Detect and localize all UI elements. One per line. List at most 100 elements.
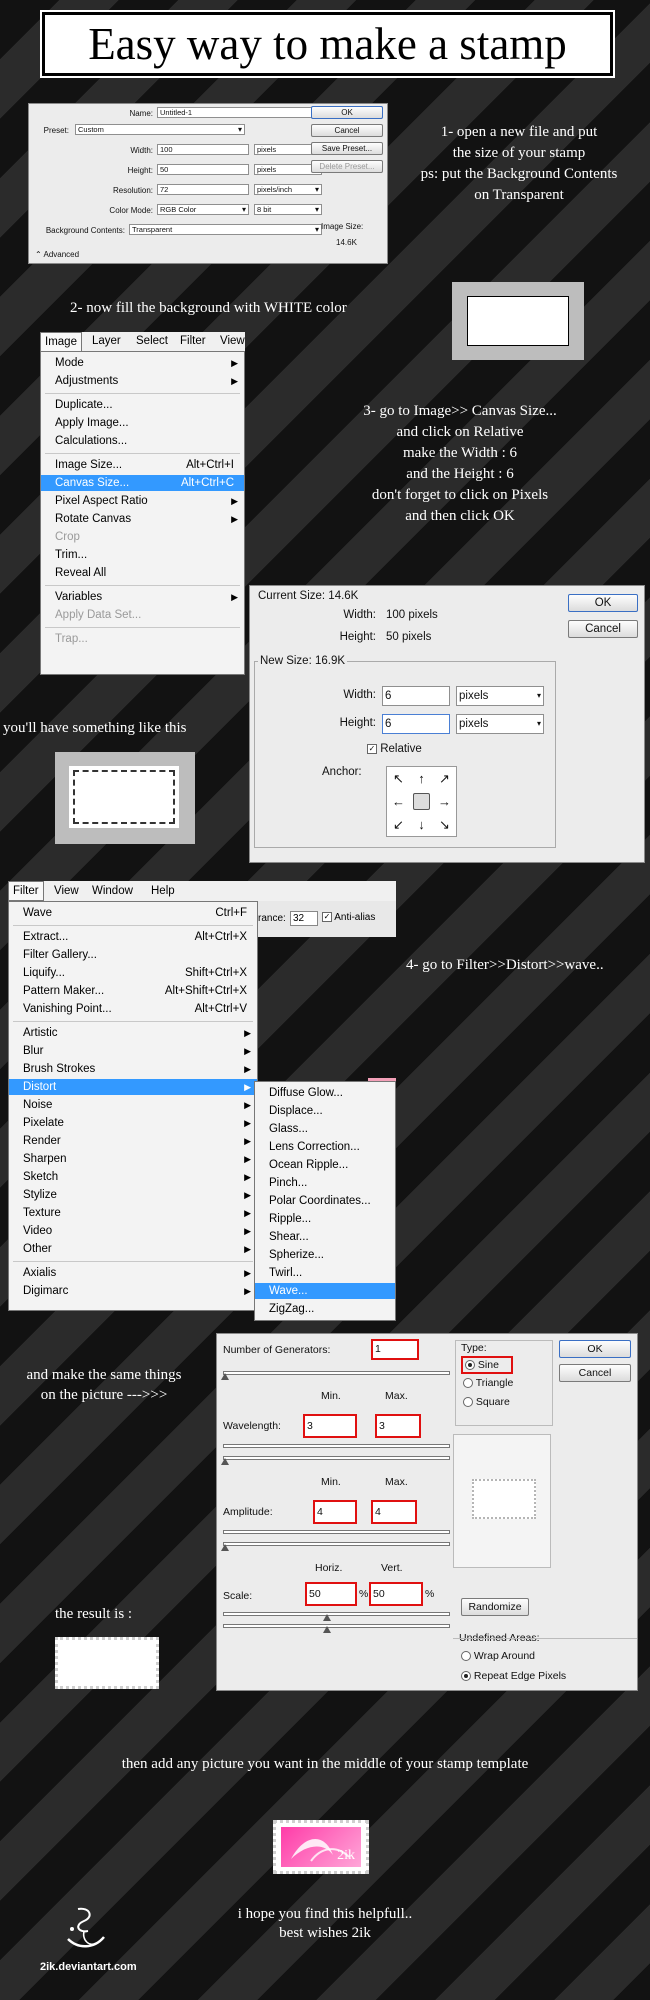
menu-item[interactable]: Noise ▶ [9, 1097, 257, 1113]
bit-depth-select[interactable]: 8 bit [254, 204, 322, 215]
scale-vert-slider[interactable] [223, 1624, 450, 1628]
menubar-filter[interactable]: Filter [8, 881, 44, 901]
width-unit-select[interactable]: pixels [456, 686, 544, 706]
wavelength-slider-thumb[interactable] [221, 1458, 229, 1465]
background-contents-select[interactable]: Transparent [129, 224, 322, 235]
wavelength-max-slider[interactable] [223, 1456, 450, 1460]
menu-item[interactable]: Axialis ▶ [9, 1265, 257, 1281]
anchor-arrow-icon[interactable]: ↙ [387, 813, 410, 836]
menubar-filter[interactable]: Filter [180, 332, 206, 351]
relative-checkbox[interactable]: ✓ Relative [367, 743, 422, 755]
anchor-arrow-icon[interactable]: ↖ [387, 767, 410, 790]
ok-button[interactable]: OK [559, 1340, 631, 1358]
menu-item[interactable]: Spherize... [255, 1247, 395, 1263]
scale-horiz-thumb[interactable] [323, 1614, 331, 1621]
menu-item[interactable]: Distort ▶ [9, 1079, 257, 1095]
randomize-button[interactable]: Randomize [461, 1598, 529, 1616]
menu-item[interactable]: Glass... [255, 1121, 395, 1137]
ok-button[interactable]: OK [568, 594, 638, 612]
save-preset-button[interactable]: Save Preset... [311, 142, 383, 155]
menu-item[interactable]: Ripple... [255, 1211, 395, 1227]
menubar-view[interactable]: View [54, 881, 79, 901]
menu-item[interactable]: Texture ▶ [9, 1205, 257, 1221]
menu-item[interactable]: Mode ▶ [41, 355, 244, 371]
cancel-button[interactable]: Cancel [311, 124, 383, 137]
height-unit-select[interactable]: pixels [456, 714, 544, 734]
ok-button[interactable]: OK [311, 106, 383, 119]
delete-preset-button[interactable]: Delete Preset... [311, 160, 383, 173]
menu-item[interactable]: Filter Gallery... [9, 947, 257, 963]
height-field[interactable]: 6 [382, 714, 450, 734]
amplitude-min-field[interactable]: 4 [313, 1500, 357, 1524]
generators-field[interactable]: 1 [371, 1339, 419, 1360]
anchor-arrow-icon[interactable]: ↑ [410, 767, 433, 790]
menu-item[interactable]: Render ▶ [9, 1133, 257, 1149]
scale-horiz-slider[interactable] [223, 1612, 450, 1616]
cancel-button[interactable]: Cancel [559, 1364, 631, 1382]
anchor-arrow-icon[interactable]: ↗ [433, 767, 456, 790]
resolution-field[interactable]: 72 [157, 184, 249, 195]
menu-item[interactable]: Adjustments ▶ [41, 373, 244, 389]
generators-slider[interactable] [223, 1371, 450, 1375]
width-field[interactable]: 6 [382, 686, 450, 706]
amplitude-max-field[interactable]: 4 [371, 1500, 417, 1524]
advanced-toggle[interactable]: ⌃ Advanced [35, 250, 79, 259]
menu-item[interactable]: ZigZag... [255, 1301, 395, 1317]
menu-item[interactable]: Video ▶ [9, 1223, 257, 1239]
amplitude-min-slider[interactable] [223, 1530, 450, 1534]
menu-item[interactable]: Lens Correction... [255, 1139, 395, 1155]
menu-item[interactable]: Ocean Ripple... [255, 1157, 395, 1173]
menubar-view[interactable]: View [220, 332, 245, 351]
type-sine-radio[interactable]: Sine [461, 1356, 513, 1374]
type-square-radio[interactable]: Square [463, 1396, 510, 1408]
menu-item[interactable]: Vanishing Point... Alt+Ctrl+V [9, 1001, 257, 1017]
menu-item[interactable]: Diffuse Glow... [255, 1085, 395, 1101]
menu-item[interactable]: Trim... [41, 547, 244, 563]
menu-item[interactable]: Duplicate... [41, 397, 244, 413]
height-field[interactable]: 50 [157, 164, 249, 175]
menu-item[interactable]: Blur ▶ [9, 1043, 257, 1059]
menu-item[interactable]: Pattern Maker... Alt+Shift+Ctrl+X [9, 983, 257, 999]
menu-item[interactable]: Extract... Alt+Ctrl+X [9, 929, 257, 945]
anchor-arrow-icon[interactable]: → [433, 790, 456, 813]
cancel-button[interactable]: Cancel [568, 620, 638, 638]
color-mode-select[interactable]: RGB Color [157, 204, 249, 215]
repeat-edge-radio[interactable]: Repeat Edge Pixels [461, 1670, 566, 1682]
menu-item[interactable]: Sketch ▶ [9, 1169, 257, 1185]
menu-item[interactable]: Stylize ▶ [9, 1187, 257, 1203]
menubar-image[interactable]: Image [40, 332, 82, 352]
menu-item[interactable]: Apply Image... [41, 415, 244, 431]
menubar-help[interactable]: Help [151, 881, 175, 901]
anchor-arrow-icon[interactable]: ↘ [433, 813, 456, 836]
menubar-select[interactable]: Select [136, 332, 168, 351]
menu-item[interactable]: Calculations... [41, 433, 244, 449]
menubar-window[interactable]: Window [92, 881, 133, 901]
scale-vert-thumb[interactable] [323, 1626, 331, 1633]
menu-item[interactable]: Pixel Aspect Ratio ▶ [41, 493, 244, 509]
anchor-arrow-icon[interactable]: ↓ [410, 813, 433, 836]
anchor-arrow-icon[interactable]: ← [387, 790, 410, 813]
wavelength-max-field[interactable]: 3 [375, 1414, 421, 1438]
amplitude-max-slider[interactable] [223, 1542, 450, 1546]
amplitude-slider-thumb[interactable] [221, 1544, 229, 1551]
menu-item[interactable]: Image Size... Alt+Ctrl+I [41, 457, 244, 473]
menu-item[interactable]: Digimarc ▶ [9, 1283, 257, 1299]
menu-item[interactable]: Wave Ctrl+F [9, 905, 257, 921]
wavelength-min-field[interactable]: 3 [303, 1414, 357, 1438]
menu-item[interactable]: Displace... [255, 1103, 395, 1119]
menubar-layer[interactable]: Layer [92, 332, 121, 351]
menu-item[interactable]: Twirl... [255, 1265, 395, 1281]
menu-item[interactable]: Other ▶ [9, 1241, 257, 1257]
scale-horiz-field[interactable]: 50 [305, 1582, 357, 1606]
menu-item[interactable]: Pixelate ▶ [9, 1115, 257, 1131]
generators-slider-thumb[interactable] [221, 1373, 229, 1380]
menu-item[interactable]: Wave... [255, 1283, 395, 1299]
wavelength-min-slider[interactable] [223, 1444, 450, 1448]
scale-vert-field[interactable]: 50 [369, 1582, 423, 1606]
preset-select[interactable]: Custom [75, 124, 245, 135]
anchor-center-cell[interactable] [410, 790, 433, 813]
name-field[interactable]: Untitled-1 [157, 107, 327, 118]
menu-item[interactable]: Artistic ▶ [9, 1025, 257, 1041]
menu-item[interactable]: Brush Strokes ▶ [9, 1061, 257, 1077]
resolution-unit-select[interactable]: pixels/inch [254, 184, 322, 195]
